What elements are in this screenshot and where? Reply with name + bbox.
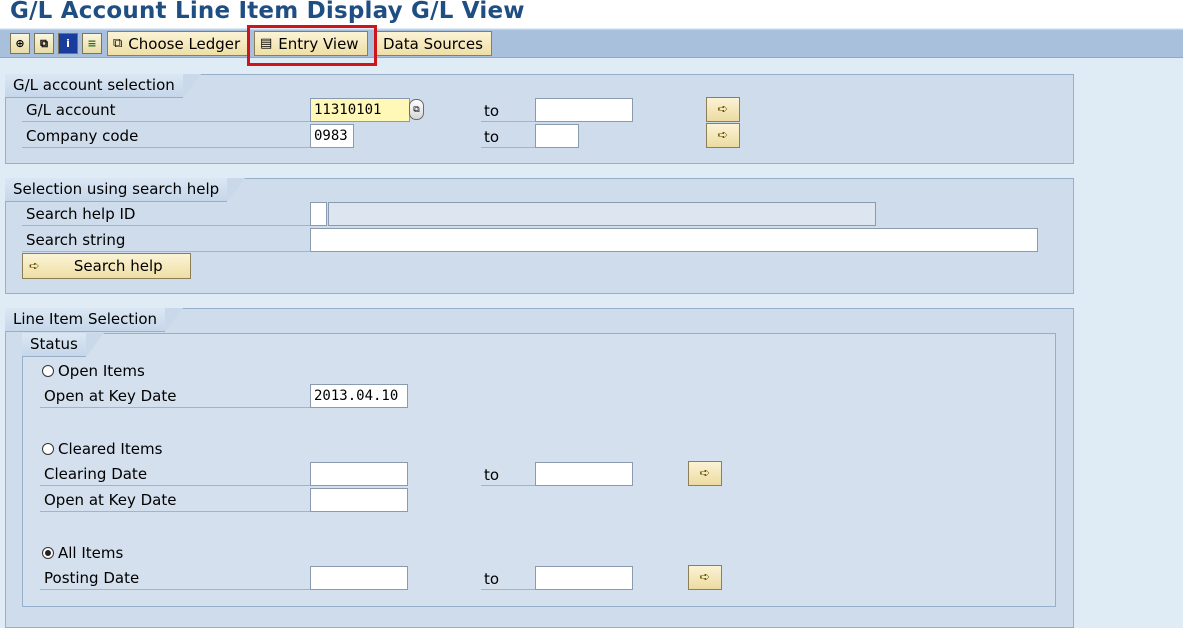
company-code-label: Company code: [26, 127, 139, 145]
clearing-date-label: Clearing Date: [44, 465, 148, 483]
gl-account-to-input[interactable]: [535, 98, 633, 122]
dynamic-selection-icon[interactable]: ≡: [82, 33, 102, 54]
cleared-key-date-input[interactable]: [310, 488, 408, 512]
gl-account-label: G/L account: [26, 101, 116, 119]
clearing-date-input[interactable]: [310, 462, 408, 486]
search-help-id-input[interactable]: [310, 202, 327, 226]
search-string-input[interactable]: [310, 228, 1038, 252]
gl-account-input[interactable]: 11310101: [310, 98, 410, 122]
group-title: Selection using search help: [5, 178, 228, 202]
search-help-description: [328, 202, 876, 226]
radio-icon: [42, 443, 54, 455]
execute-icon[interactable]: ⊕: [10, 33, 30, 54]
page-title: G/L Account Line Item Display G/L View: [10, 0, 525, 24]
arrow-right-icon: ➪: [717, 102, 729, 117]
open-items-radio[interactable]: Open Items: [42, 362, 145, 380]
arrow-right-icon: ➪: [29, 258, 40, 274]
open-key-date-label: Open at Key Date: [44, 387, 177, 405]
arrow-right-icon: ➪: [699, 466, 711, 481]
multiple-selection-button[interactable]: ➪: [688, 565, 722, 590]
to-label: to: [484, 102, 500, 120]
posting-date-to-input[interactable]: [535, 566, 633, 590]
data-sources-button[interactable]: Data Sources: [375, 31, 492, 56]
highlight-box: [247, 25, 377, 66]
variant-icon[interactable]: ⧉: [34, 33, 54, 54]
to-label: to: [484, 466, 500, 484]
match-code-icon[interactable]: ⧉: [409, 99, 424, 120]
multiple-selection-button[interactable]: ➪: [706, 123, 740, 148]
search-string-label: Search string: [26, 231, 126, 249]
group-title: G/L account selection: [5, 74, 183, 98]
cleared-key-date-label: Open at Key Date: [44, 491, 177, 509]
open-key-date-input[interactable]: 2013.04.10: [310, 384, 408, 408]
to-label: to: [484, 570, 500, 588]
arrow-right-icon: ➪: [717, 128, 729, 143]
posting-date-label: Posting Date: [44, 569, 140, 587]
group-title: Status: [22, 333, 86, 357]
company-code-to-input[interactable]: [535, 124, 579, 148]
group-title: Line Item Selection: [5, 308, 166, 332]
search-help-id-label: Search help ID: [26, 205, 136, 223]
posting-date-input[interactable]: [310, 566, 408, 590]
choose-ledger-button[interactable]: ⧉ Choose Ledger: [107, 31, 250, 56]
to-label: to: [484, 128, 500, 146]
all-items-radio[interactable]: All Items: [42, 544, 123, 562]
multiple-selection-button[interactable]: ➪: [706, 97, 740, 122]
info-icon[interactable]: i: [58, 33, 78, 54]
arrow-right-icon: ➪: [699, 570, 711, 585]
multiple-selection-button[interactable]: ➪: [688, 461, 722, 486]
search-help-button[interactable]: ➪ Search help: [22, 253, 191, 279]
cleared-items-radio[interactable]: Cleared Items: [42, 440, 162, 458]
radio-icon: [42, 365, 54, 377]
ledger-icon: ⧉: [113, 36, 123, 51]
clearing-date-to-input[interactable]: [535, 462, 633, 486]
radio-selected-icon: [42, 547, 54, 559]
company-code-input[interactable]: 0983: [310, 124, 354, 148]
